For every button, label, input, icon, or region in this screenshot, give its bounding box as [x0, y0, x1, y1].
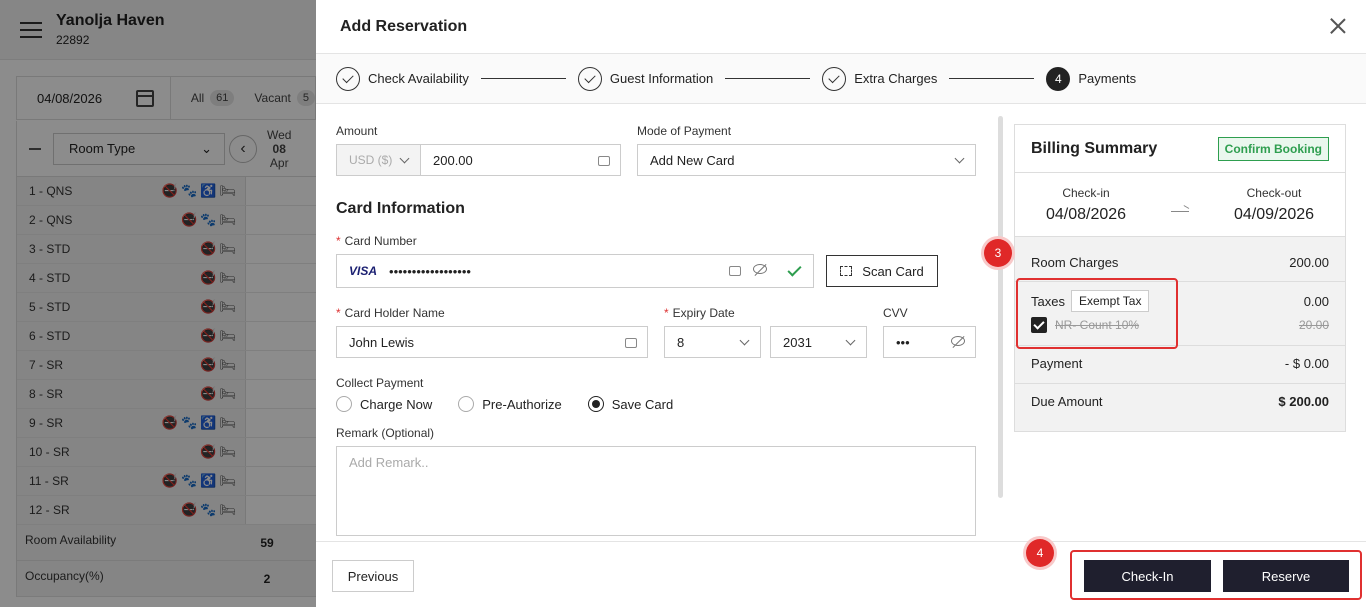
annotation-marker-3: 3 — [984, 239, 1012, 267]
chevron-down-icon — [739, 335, 750, 346]
pre-authorize-label: Pre-Authorize — [482, 396, 562, 412]
cvv-input[interactable]: ••• — [883, 326, 976, 358]
reservation-stepper: Check Availability Guest Information Ext… — [316, 54, 1366, 104]
checkout-date: 04/09/2026 — [1233, 205, 1315, 223]
billing-header: Billing Summary Confirm Booking — [1015, 125, 1345, 173]
expiry-year-value: 2031 — [783, 334, 812, 350]
step-connector — [480, 78, 566, 79]
save-card-label: Save Card — [611, 396, 674, 412]
remark-textarea[interactable]: Add Remark.. — [336, 446, 976, 536]
step-number: 4 — [1046, 66, 1071, 91]
remark-label: Remark (Optional) — [336, 426, 435, 440]
modal-backdrop[interactable] — [0, 0, 316, 607]
card-holder-value: John Lewis — [349, 334, 415, 350]
card-number-input[interactable]: VISA •••••••••••••••••• — [336, 254, 814, 288]
form-scrollbar[interactable] — [998, 116, 1003, 498]
eye-off-icon[interactable] — [753, 264, 767, 274]
room-charges-label: Room Charges — [1031, 255, 1119, 270]
expiry-month-select[interactable]: 8 — [664, 326, 761, 358]
payment-row: Payment - $ 0.00 — [1015, 356, 1345, 371]
step-label: Check Availability — [368, 71, 469, 86]
mode-of-payment-value: Add New Card — [650, 152, 735, 168]
due-amount-label: Due Amount — [1031, 394, 1103, 409]
eye-off-icon[interactable] — [951, 336, 965, 346]
mode-of-payment-label: Mode of Payment — [637, 124, 732, 138]
radio-pre-authorize[interactable] — [458, 396, 475, 412]
modal-title: Add Reservation — [340, 17, 468, 35]
keyboard-icon — [598, 156, 610, 166]
check-icon — [577, 66, 602, 91]
amount-input[interactable]: 200.00 — [421, 144, 621, 176]
checkin-block: Check-in 04/08/2026 — [1031, 186, 1141, 224]
collect-payment-options: Charge Now Pre-Authorize Save Card — [336, 396, 976, 412]
collect-payment-label: Collect Payment — [336, 376, 424, 390]
currency-select: USD ($) — [336, 144, 421, 176]
step-label: Guest Information — [609, 71, 714, 86]
mode-of-payment-select[interactable]: Add New Card — [637, 144, 976, 176]
previous-button[interactable]: Previous — [332, 560, 414, 592]
add-reservation-modal: Add Reservation Check Availability Guest… — [316, 0, 1366, 607]
chevron-down-icon — [954, 153, 965, 164]
room-charges-value: 200.00 — [1289, 255, 1329, 270]
currency-value: USD ($) — [349, 153, 393, 167]
expiry-date-label: * Expiry Date — [664, 306, 735, 320]
reserve-button[interactable]: Reserve — [1223, 560, 1349, 592]
cvv-label: CVV — [883, 306, 908, 320]
expiry-month-value: 8 — [677, 334, 685, 350]
due-amount-row: Due Amount $ 200.00 — [1015, 394, 1345, 409]
taxes-value: 0.00 — [1303, 293, 1329, 309]
confirm-booking-badge: Confirm Booking — [1217, 136, 1329, 161]
step-payments[interactable]: 4 Payments — [1046, 66, 1137, 91]
step-guest-information[interactable]: Guest Information — [577, 66, 714, 91]
charge-now-label: Charge Now — [360, 396, 433, 412]
scan-card-label: Scan Card — [862, 263, 924, 279]
chevron-down-icon — [845, 335, 856, 346]
checkin-label: Check-in — [1062, 185, 1110, 200]
checkout-block: Check-out 04/09/2026 — [1219, 186, 1329, 224]
tax-item-value: 20.00 — [1298, 318, 1329, 332]
scan-card-button[interactable]: Scan Card — [826, 255, 938, 287]
arrow-right-icon — [1171, 211, 1189, 212]
due-amount-value: $ 200.00 — [1278, 394, 1329, 409]
check-in-button[interactable]: Check-In — [1084, 560, 1211, 592]
visa-logo: VISA — [349, 264, 378, 278]
checkin-date: 04/08/2026 — [1045, 205, 1127, 223]
payment-value: - $ 0.00 — [1284, 356, 1329, 371]
checkout-label: Check-out — [1246, 185, 1302, 200]
chevron-down-icon — [399, 153, 410, 164]
amount-label: Amount — [336, 124, 378, 138]
card-number-label: * Card Number — [336, 234, 417, 248]
tax-annotation-box — [1016, 278, 1178, 349]
step-label: Payments — [1078, 71, 1137, 86]
payment-form: Amount USD ($) 200.00 Mode of Payment Ad… — [336, 124, 976, 536]
radio-charge-now[interactable] — [336, 396, 352, 412]
modal-header: Add Reservation — [316, 0, 1366, 54]
step-label: Extra Charges — [854, 71, 938, 86]
billing-title: Billing Summary — [1031, 139, 1158, 157]
stay-dates: Check-in 04/08/2026 Check-out 04/09/2026 — [1015, 173, 1345, 237]
check-icon — [822, 66, 847, 91]
close-icon[interactable] — [1330, 18, 1346, 34]
expiry-year-select[interactable]: 2031 — [770, 326, 867, 358]
check-icon — [336, 66, 360, 91]
step-connector — [725, 78, 811, 79]
keyboard-icon — [729, 266, 741, 276]
card-holder-input[interactable]: John Lewis — [336, 326, 648, 358]
modal-footer: Previous 4 Check-In Reserve — [316, 539, 1366, 607]
keyboard-icon — [625, 338, 637, 348]
cvv-value: ••• — [896, 334, 910, 350]
card-information-title: Card Information — [336, 200, 465, 217]
radio-save-card[interactable] — [587, 396, 604, 412]
room-charges-row: Room Charges 200.00 — [1015, 255, 1345, 270]
step-check-availability[interactable]: Check Availability — [336, 66, 469, 91]
step-connector — [949, 78, 1035, 79]
scan-icon — [840, 266, 853, 276]
card-number-value: •••••••••••••••••• — [389, 263, 471, 279]
amount-value: 200.00 — [433, 152, 473, 168]
card-holder-label: * Card Holder Name — [336, 306, 445, 320]
payment-label: Payment — [1031, 356, 1083, 371]
step-extra-charges[interactable]: Extra Charges — [822, 66, 938, 91]
annotation-marker-4: 4 — [1026, 539, 1054, 567]
